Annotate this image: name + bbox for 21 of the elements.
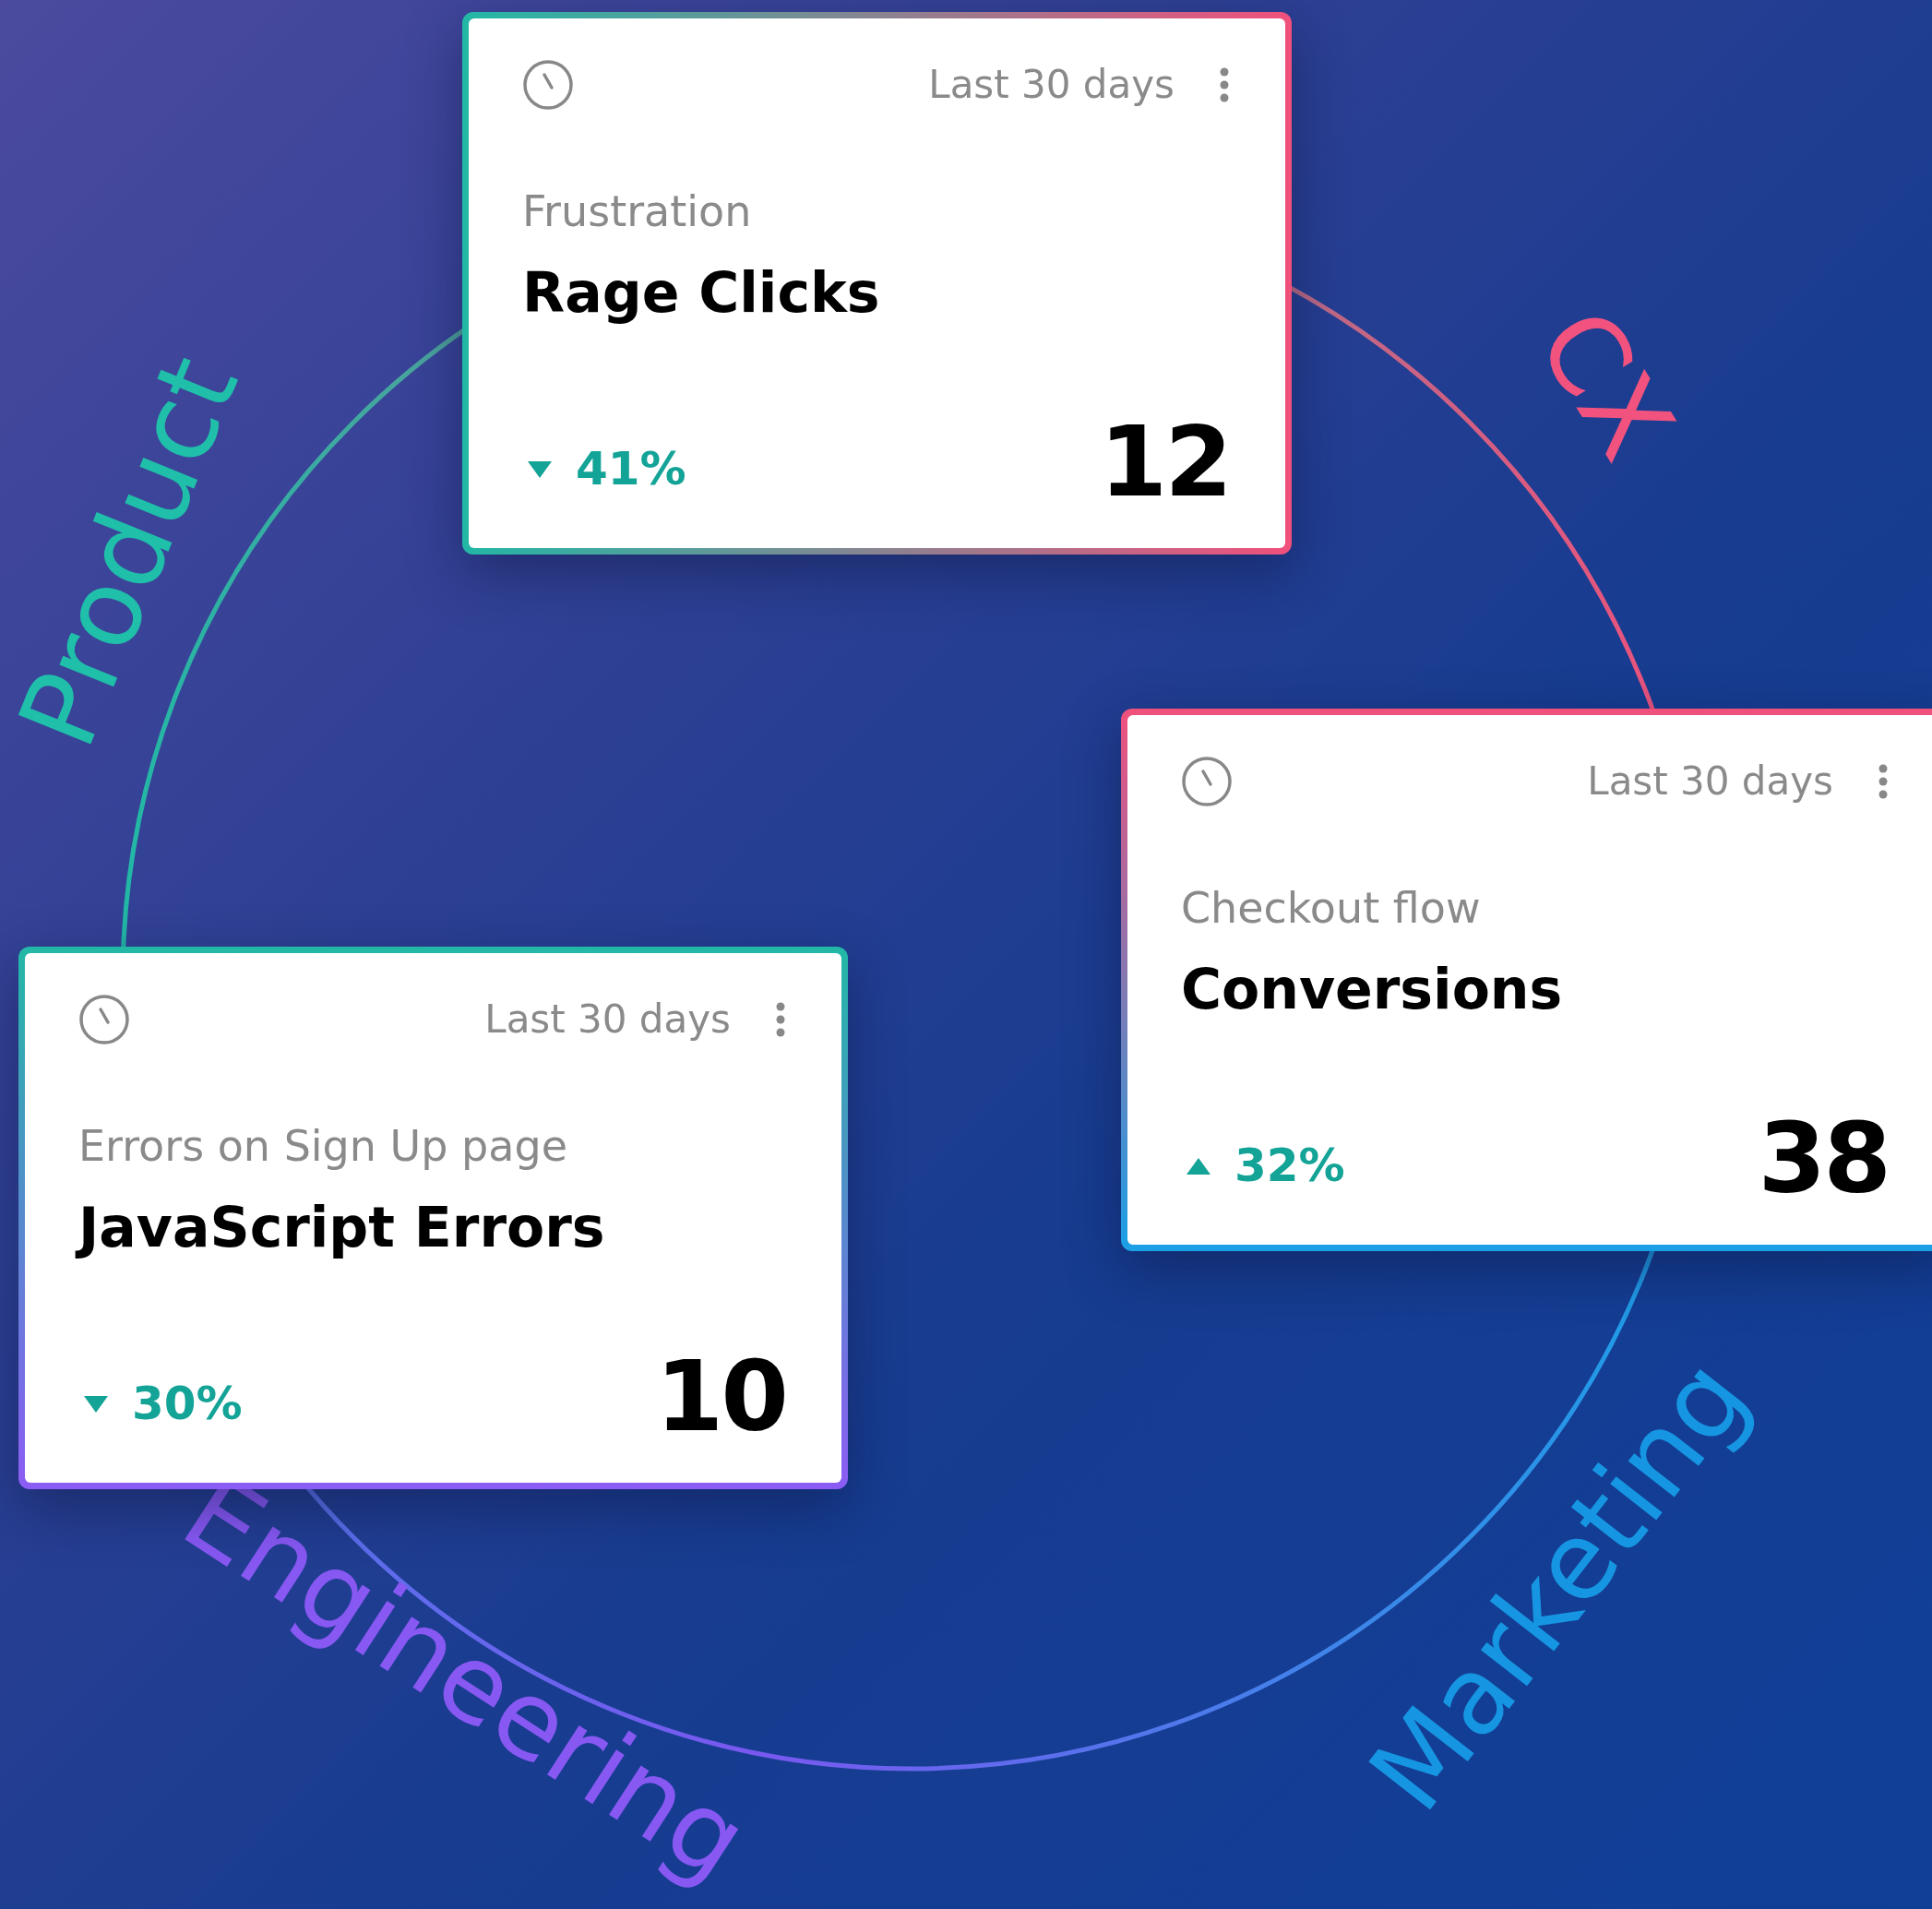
more-menu-icon[interactable] xyxy=(1219,66,1230,103)
change-percent: 41% xyxy=(576,441,686,497)
change-percent: 32% xyxy=(1234,1138,1345,1194)
clock-icon xyxy=(78,993,130,1045)
change-percent: 30% xyxy=(132,1376,243,1432)
date-range-label: Last 30 days xyxy=(1587,758,1833,805)
category-label: Checkout flow xyxy=(1181,882,1482,935)
team-label: CX xyxy=(1513,288,1699,481)
metric-value: 10 xyxy=(655,1348,786,1446)
category-label: Frustration xyxy=(522,185,753,238)
clock-icon xyxy=(1181,755,1233,807)
date-range-label: Last 30 days xyxy=(928,61,1175,109)
metric-value: 38 xyxy=(1758,1110,1889,1208)
clock-icon xyxy=(522,58,574,111)
metric-title: Conversions xyxy=(1181,956,1564,1023)
metric-title: Rage Clicks xyxy=(522,259,881,327)
date-range-label: Last 30 days xyxy=(484,996,731,1044)
category-label: Errors on Sign Up page xyxy=(78,1120,568,1173)
more-menu-icon[interactable] xyxy=(775,1000,786,1038)
metric-value: 12 xyxy=(1099,413,1230,511)
more-menu-icon[interactable] xyxy=(1878,762,1889,800)
